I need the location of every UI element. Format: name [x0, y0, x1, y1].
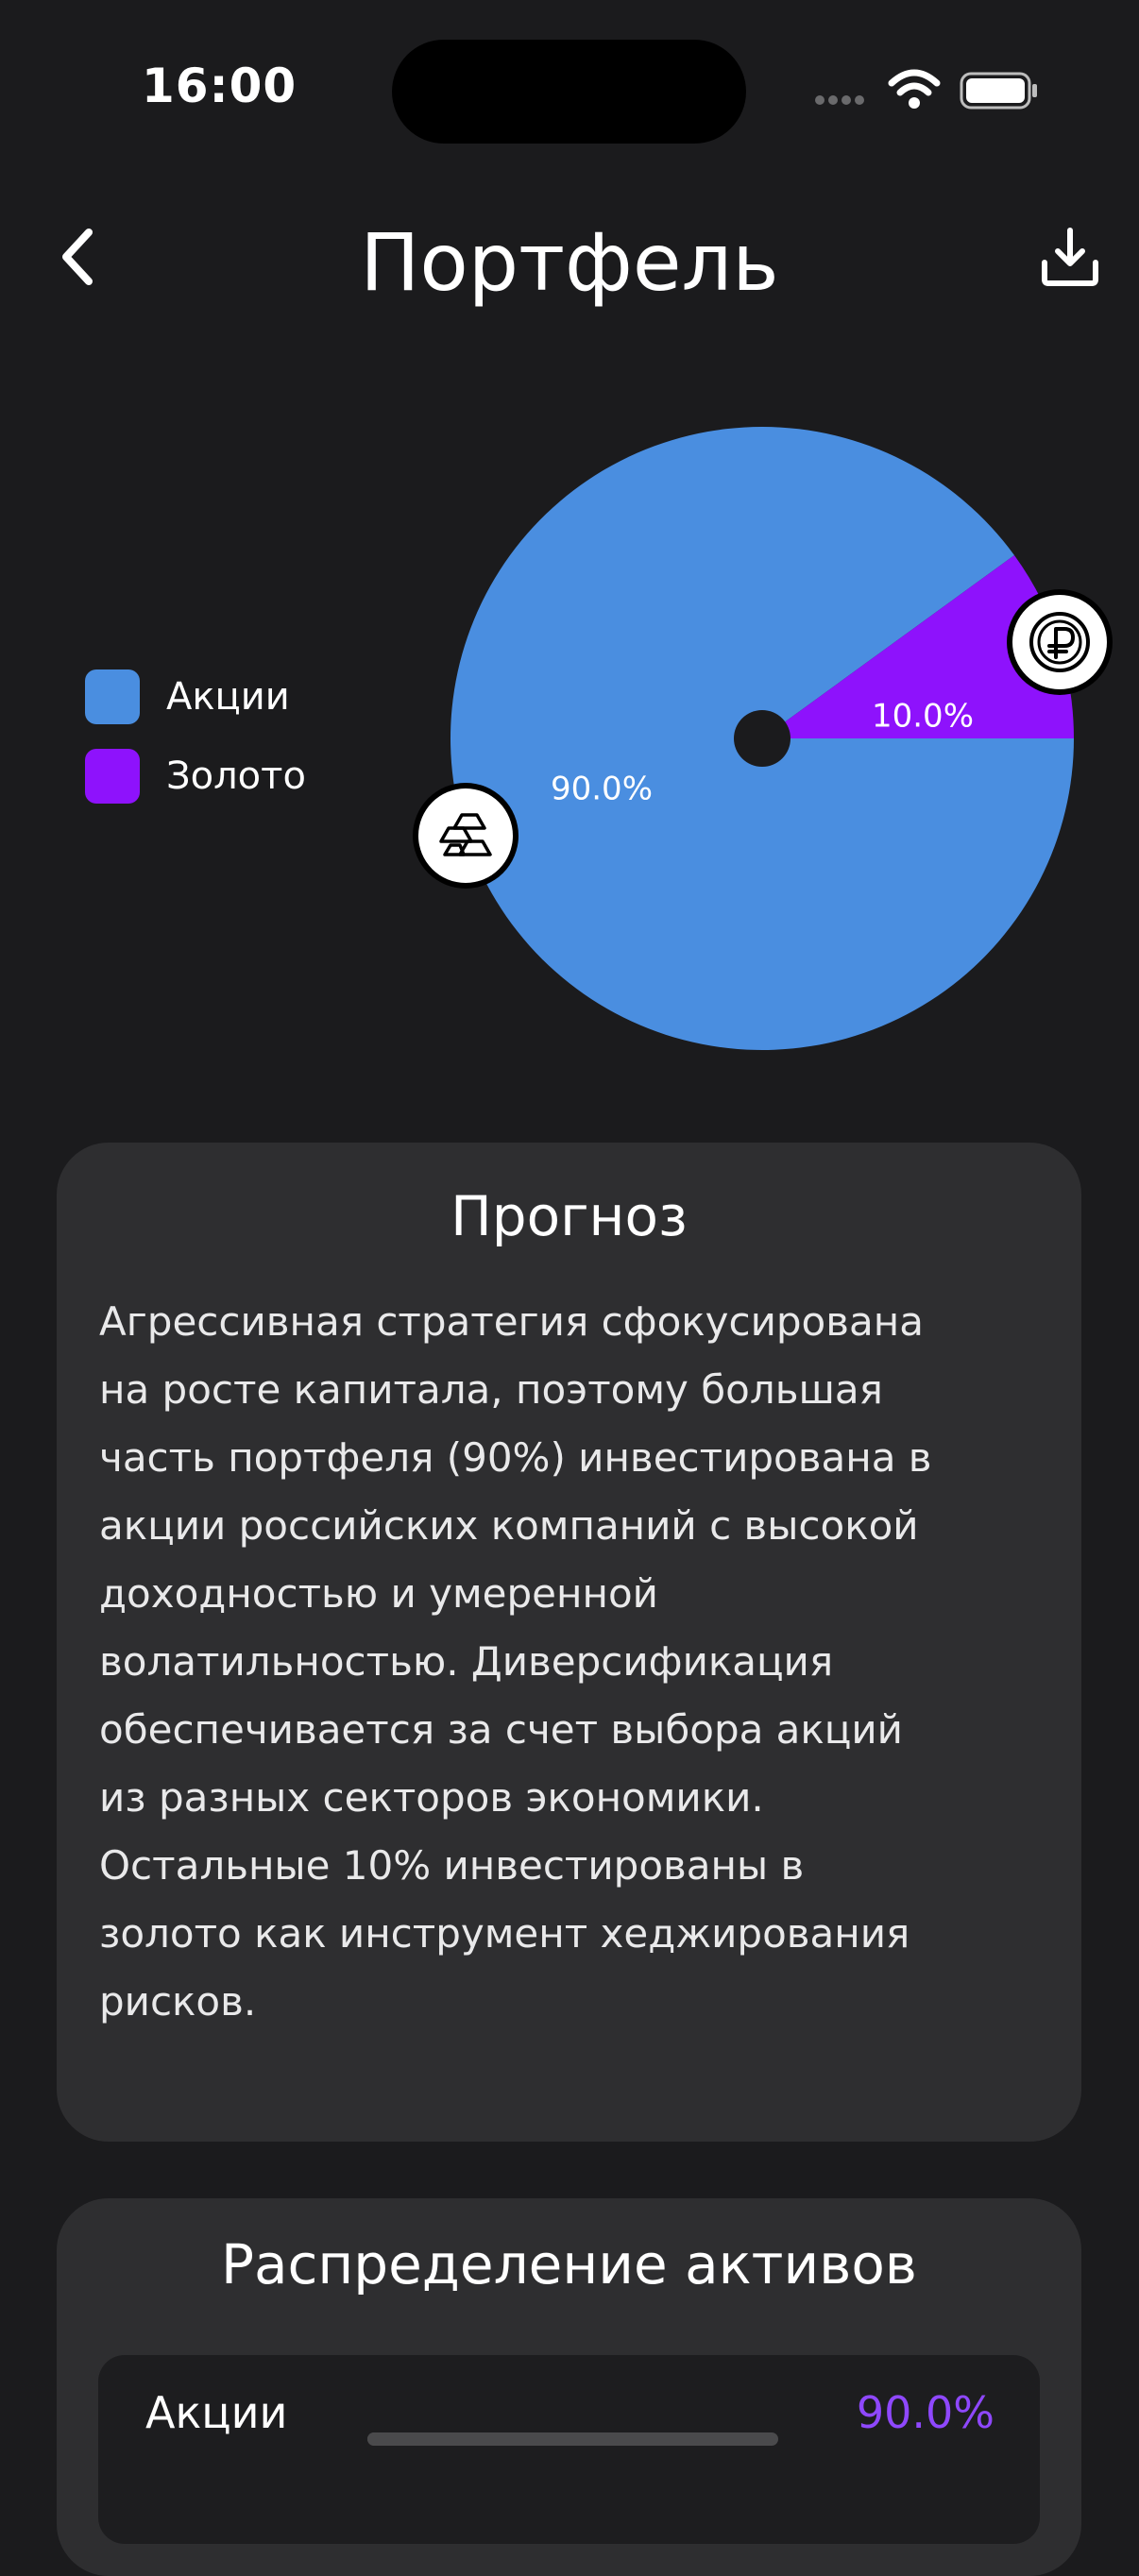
cellular-signal-icon: [815, 95, 864, 105]
legend-swatch-gold: [85, 749, 140, 804]
allocation-progress-fill: [367, 2432, 738, 2446]
status-time: 16:00: [142, 59, 298, 113]
legend-swatch-stocks: [85, 669, 140, 724]
chart-legend: Акции Золото: [85, 669, 306, 827]
allocation-name: Акции: [145, 2387, 288, 2438]
allocation-row: Акции 90.0%: [98, 2355, 1040, 2544]
forecast-card: Прогноз Агрессивная стратегия сфокусиров…: [57, 1143, 1081, 2142]
battery-icon: [960, 72, 1037, 110]
allocation-title: Распределение активов: [220, 2232, 917, 2296]
pie-chart: 90.0% 10.0%: [413, 426, 1113, 1050]
allocation-value: 90.0%: [856, 2387, 994, 2438]
download-icon[interactable]: [1037, 225, 1103, 291]
pie-label-gold: 10.0%: [872, 698, 974, 736]
wifi-icon: [888, 69, 941, 109]
page-title: Портфель: [360, 216, 779, 309]
gold-bars-icon: [413, 783, 518, 889]
forecast-text: Агрессивная стратегия сфокусирована на р…: [99, 1298, 932, 2025]
dynamic-island: [392, 40, 746, 144]
portfolio-chart: Акции Золото 90.0% 10.0%: [0, 406, 1139, 1067]
forecast-title: Прогноз: [450, 1184, 688, 1248]
ruble-coin-icon: [1007, 589, 1113, 695]
allocation-progress-track: [367, 2432, 778, 2446]
legend-item-stocks: Акции: [85, 669, 306, 725]
status-bar: 16:00: [0, 0, 1139, 179]
header: Портфель: [0, 198, 1139, 312]
pie-label-stocks: 90.0%: [551, 771, 653, 808]
pie-center: [734, 710, 790, 767]
legend-label: Акции: [166, 675, 290, 719]
allocation-card: Распределение активов Акции 90.0%: [57, 2198, 1081, 2576]
legend-item-gold: Золото: [85, 748, 306, 805]
legend-label: Золото: [166, 754, 306, 798]
